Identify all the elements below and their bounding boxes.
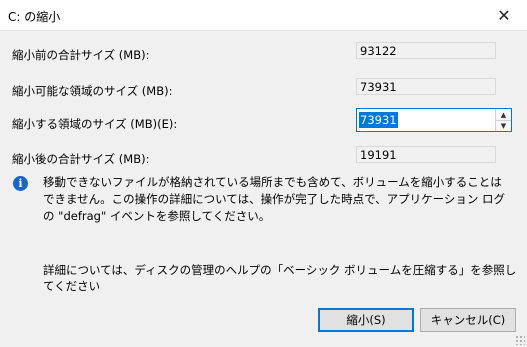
shrink-amount-label: 縮小する領域のサイズ (MB)(E):: [12, 117, 178, 131]
available-size-value: 73931: [356, 78, 496, 95]
resize-grip-icon[interactable]: [515, 335, 525, 345]
info-message: 移動できないファイルが格納されている場所までも含めて、ボリュームを縮小することは…: [43, 175, 506, 223]
info-icon: i: [13, 176, 28, 191]
close-icon[interactable]: ✕: [481, 0, 527, 30]
shrink-amount-stepper[interactable]: 73931 ▲ ▼: [356, 108, 512, 132]
total-after-value: 19191: [356, 146, 496, 163]
title-bar: C: の縮小 ✕: [0, 0, 527, 31]
cancel-button[interactable]: キャンセル(C): [420, 308, 516, 332]
help-text: 詳細については、ディスクの管理のヘルプの「ベーシック ボリュームを圧縮する」を参…: [43, 263, 517, 293]
available-size-label: 縮小可能な領域のサイズ (MB):: [12, 84, 173, 98]
total-before-label: 縮小前の合計サイズ (MB):: [12, 48, 150, 62]
window-title: C: の縮小: [8, 10, 61, 24]
shrink-amount-input[interactable]: 73931: [359, 112, 398, 128]
total-after-label: 縮小後の合計サイズ (MB):: [12, 152, 150, 166]
total-before-value: 93122: [356, 42, 496, 59]
stepper-arrows: ▲ ▼: [495, 109, 511, 131]
stepper-down-icon[interactable]: ▼: [496, 120, 511, 131]
shrink-button[interactable]: 縮小(S): [318, 308, 414, 332]
